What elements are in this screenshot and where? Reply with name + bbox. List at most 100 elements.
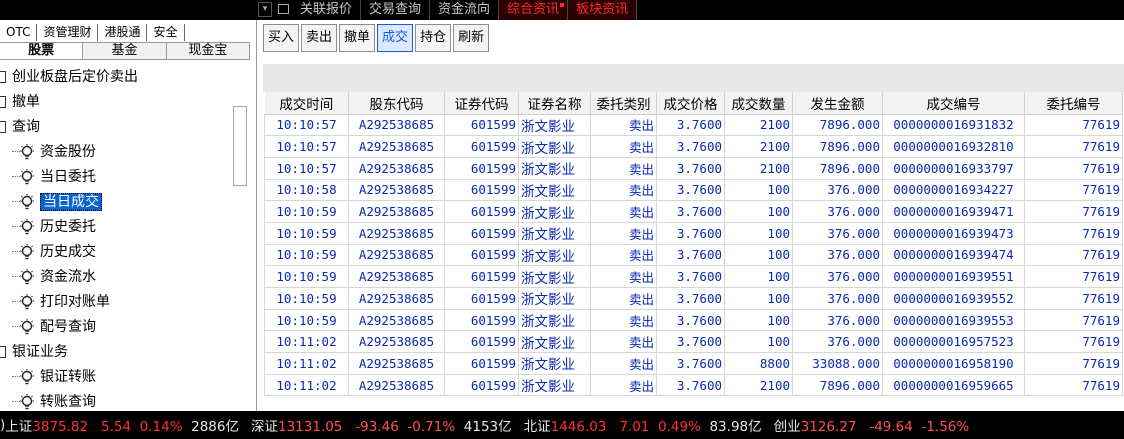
table-row[interactable]: 10:10:59 A292538685 601599 浙文影业 卖出 3.7600 100 3… — [264, 265, 1123, 288]
tree-item[interactable]: 转账查询 — [0, 391, 232, 411]
table-cell: 浙文影业 — [518, 265, 591, 288]
tree-expander-icon[interactable] — [0, 121, 6, 133]
market-index: 3875.82 — [32, 419, 89, 435]
tree-item[interactable]: 查询 — [0, 116, 232, 141]
tree-item[interactable]: 资金股份 — [0, 141, 232, 166]
top-tab[interactable]: 综合资讯 — [499, 0, 569, 20]
top-tab[interactable]: 板块资讯 — [568, 0, 638, 20]
column-header[interactable]: 委托类别 — [590, 92, 657, 115]
table-cell: 8800 — [724, 352, 793, 375]
table-cell: 601599 — [444, 265, 519, 288]
column-header[interactable]: 证券名称 — [518, 92, 591, 115]
table-cell: 3.7600 — [656, 373, 725, 397]
top-tab[interactable]: 交易查询 — [361, 0, 431, 20]
column-header[interactable]: 成交数量 — [724, 92, 793, 115]
toolbar-button[interactable]: 持仓 — [415, 24, 452, 52]
table-cell: 10:11:02 — [264, 352, 349, 375]
tree-expander-icon[interactable] — [0, 346, 6, 358]
window-icon[interactable] — [278, 4, 289, 14]
market-cy[interactable]: 创业3126.27 -49.64 -1.56% — [774, 415, 970, 435]
top-tab[interactable]: 资金流向 — [430, 0, 500, 20]
bulb-icon — [18, 318, 36, 336]
dropdown-icon[interactable]: ▾ — [258, 2, 272, 17]
tree-item-label: 银证业务 — [12, 344, 68, 360]
table-cell: A292538685 — [348, 178, 445, 202]
table-cell: 浙文影业 — [518, 221, 591, 245]
asset-tab[interactable]: 基金 — [83, 43, 167, 59]
market-bj[interactable]: 北证1446.03 7.01 0.49% 83.98亿 — [524, 415, 762, 435]
column-header[interactable]: 委托编号 — [1024, 92, 1123, 115]
top-tab[interactable]: 关联报价 — [292, 0, 362, 20]
table-cell: 卖出 — [590, 178, 657, 202]
table-cell: 601599 — [444, 113, 519, 137]
table-row[interactable]: 10:10:59 A292538685 601599 浙文影业 卖出 3.7600 100 3… — [264, 308, 1123, 332]
column-header[interactable]: 成交时间 — [264, 92, 349, 115]
tree-item-label: 历史成交 — [40, 244, 96, 260]
table-cell: 77619 — [1024, 330, 1123, 354]
market-name: 北证 — [523, 419, 551, 435]
tree-item[interactable]: 打印对账单 — [0, 291, 232, 316]
toolbar-button[interactable]: 刷新 — [453, 24, 490, 52]
toolbar-button[interactable]: 撤单 — [339, 24, 376, 52]
market-pct: -1.56% — [921, 419, 970, 435]
table-row[interactable]: 10:10:59 A292538685 601599 浙文影业 卖出 3.7600 100 3… — [264, 243, 1123, 267]
account-tab[interactable]: 资管理财 — [37, 24, 99, 41]
table-cell: 376.000 — [792, 221, 883, 245]
tree-item[interactable]: 当日成交 — [0, 191, 232, 216]
tree-item[interactable]: 银证转账 — [0, 366, 232, 391]
tree-expander-icon[interactable] — [0, 96, 6, 108]
toolbar-button[interactable]: 卖出 — [301, 24, 338, 52]
tree-item[interactable]: 当日委托 — [0, 166, 232, 191]
tree-item[interactable]: 历史成交 — [0, 241, 232, 266]
tree-item[interactable]: 历史委托 — [0, 216, 232, 241]
table-cell: A292538685 — [348, 373, 445, 397]
table-row[interactable]: 10:10:58 A292538685 601599 浙文影业 卖出 3.7600 100 3… — [264, 178, 1123, 202]
column-header[interactable]: 发生金额 — [792, 92, 883, 115]
table-cell: 卖出 — [590, 135, 657, 158]
table-cell: 100 — [724, 200, 793, 223]
table-row[interactable]: 10:11:02 A292538685 601599 浙文影业 卖出 3.7600 8800… — [264, 352, 1123, 375]
table-row[interactable]: 10:10:59 A292538685 601599 浙文影业 卖出 3.7600 100 3… — [264, 221, 1123, 245]
table-cell: A292538685 — [348, 243, 445, 267]
account-tab[interactable]: 安全 — [147, 24, 185, 41]
table-row[interactable]: 10:10:57 A292538685 601599 浙文影业 卖出 3.7600 2100… — [264, 135, 1123, 158]
column-header[interactable]: 成交编号 — [882, 92, 1025, 115]
column-header[interactable]: 股东代码 — [348, 92, 445, 115]
table-row[interactable]: 10:10:57 A292538685 601599 浙文影业 卖出 3.7600 2100… — [264, 113, 1123, 137]
toolbar-button[interactable]: 买入 — [263, 24, 300, 52]
table-row[interactable]: 10:11:02 A292538685 601599 浙文影业 卖出 3.7600 100 3… — [264, 330, 1123, 354]
asset-type-tabs: 股票 基金 现金宝 — [0, 42, 250, 60]
table-cell: 0000000016931832 — [882, 113, 1025, 137]
tree-item[interactable]: 资金流水 — [0, 266, 232, 291]
table-row[interactable]: 10:10:57 A292538685 601599 浙文影业 卖出 3.7600 2100… — [264, 156, 1123, 180]
table-cell: 3.7600 — [656, 287, 725, 310]
tree-item[interactable]: 配号查询 — [0, 316, 232, 341]
table-cell: 10:10:59 — [264, 265, 349, 288]
tree-item[interactable]: 银证业务 — [0, 341, 232, 366]
market-sz[interactable]: 深证13131.05 -93.46 -0.71% 4153亿 — [251, 415, 512, 435]
toolbar-button[interactable]: 成交 — [377, 24, 414, 52]
column-header[interactable]: 成交价格 — [656, 92, 725, 115]
account-tab[interactable]: OTC — [0, 24, 38, 41]
asset-tab[interactable]: 股票 — [0, 43, 84, 59]
table-cell: 3.7600 — [656, 156, 725, 180]
trade-toolbar: 买入 卖出 撤单 成交 持仓 刷新 — [263, 24, 490, 54]
table-cell: 100 — [724, 178, 793, 202]
tree-scrollbar[interactable] — [233, 106, 247, 186]
market-index: 1446.03 — [550, 419, 607, 435]
table-cell: 10:10:57 — [264, 135, 349, 158]
asset-tab[interactable]: 现金宝 — [166, 43, 250, 59]
table-row[interactable]: 10:10:59 A292538685 601599 浙文影业 卖出 3.7600 100 3… — [264, 200, 1123, 223]
table-row[interactable]: 10:11:02 A292538685 601599 浙文影业 卖出 3.7600 2100… — [264, 373, 1123, 397]
market-sh[interactable]: 上证3875.82 5.54 0.14% 2886亿 — [5, 415, 239, 435]
tree-item[interactable]: 撤单 — [0, 91, 232, 116]
table-row[interactable]: 10:10:59 A292538685 601599 浙文影业 卖出 3.7600 100 3… — [264, 287, 1123, 310]
tree-expander-icon[interactable] — [0, 71, 6, 83]
column-header[interactable]: 证券代码 — [444, 92, 519, 115]
tree-item[interactable]: 创业板盘后定价卖出 — [0, 66, 232, 91]
table-cell: 0000000016939551 — [882, 265, 1025, 288]
left-panel: OTC 资管理财 港股通 安全 股票 基金 现金宝 创业板盘后定价卖出 撤单 查询 资金股份 当日… — [0, 20, 257, 411]
table-cell: 0000000016959665 — [882, 373, 1025, 397]
account-tab[interactable]: 港股通 — [98, 24, 148, 41]
tree-item-label: 查询 — [12, 119, 40, 135]
